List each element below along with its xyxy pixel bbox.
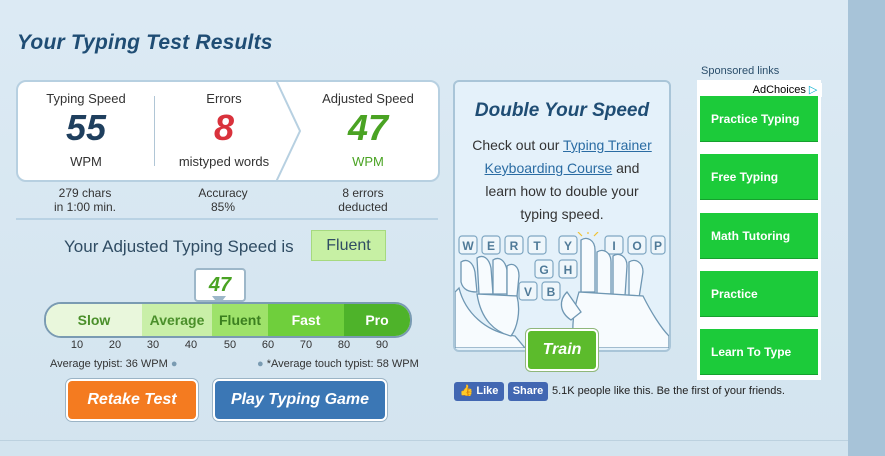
adchoices-label: AdChoices xyxy=(752,84,806,96)
adjusted-speed-text: Your Adjusted Typing Speed is xyxy=(64,237,294,256)
accuracy-info: Accuracy 85% xyxy=(168,186,278,214)
average-typist-note: Average typist: 36 WPM ● xyxy=(50,358,178,370)
key-label: Y xyxy=(564,239,572,253)
scale-segment-fluent: Fluent xyxy=(212,304,268,336)
ad-link-learn-to-type[interactable]: Learn To Type xyxy=(700,329,818,375)
scale-segment-average: Average xyxy=(142,304,212,336)
key-label: E xyxy=(487,239,495,253)
facebook-share-button[interactable]: Share xyxy=(508,382,548,401)
key-label: P xyxy=(654,239,662,253)
scale-tick: 60 xyxy=(261,339,275,351)
adjusted-speed-value: 47 xyxy=(347,107,389,148)
train-button[interactable]: Train xyxy=(526,329,598,371)
scale-tick: 30 xyxy=(146,339,160,351)
scale-tick: 10 xyxy=(70,339,84,351)
adjusted-speed-unit: WPM xyxy=(352,154,384,169)
errors-deducted-info: 8 errors deducted xyxy=(308,186,418,214)
key-label: V xyxy=(524,285,532,299)
ad-link-math-tutoring[interactable]: Math Tutoring xyxy=(700,213,818,259)
key-label: T xyxy=(533,239,541,253)
scale-segment-slow: Slow xyxy=(46,304,142,336)
touch-typist-text: *Average touch typist: 58 WPM xyxy=(266,358,419,370)
typing-trainer-link[interactable]: Typing Trainer xyxy=(563,137,652,153)
chars-count: 279 chars xyxy=(58,186,112,200)
results-summary-box: Typing Speed 55 WPM Errors 8 mistyped wo… xyxy=(16,80,440,182)
page-title: Your Typing Test Results xyxy=(17,31,273,54)
promo-text: Check out our Typing Trainer Keyboarding… xyxy=(465,134,659,226)
key-label: O xyxy=(632,239,641,253)
accuracy-label: Accuracy xyxy=(198,186,248,200)
chars-info: 279 chars in 1:00 min. xyxy=(30,186,140,214)
promo-text-and: and xyxy=(612,160,640,176)
facebook-like-label: Like xyxy=(476,385,499,397)
promo-text-end: learn how to double your typing speed. xyxy=(485,183,639,222)
key-label: B xyxy=(547,285,556,299)
typing-speed-stat: Typing Speed 55 WPM xyxy=(18,82,154,180)
speed-level-badge: Fluent xyxy=(311,230,386,261)
key-label: W xyxy=(462,239,474,253)
typing-speed-value: 55 xyxy=(65,107,107,148)
ad-link-free-typing[interactable]: Free Typing xyxy=(700,154,818,200)
thumbs-up-icon: 👍 xyxy=(459,385,474,397)
average-typist-text: Average typist: 36 WPM xyxy=(50,358,168,370)
double-speed-promo: Double Your Speed Check out our Typing T… xyxy=(453,80,671,352)
chars-time: in 1:00 min. xyxy=(53,200,117,214)
scale-tick: 20 xyxy=(108,339,122,351)
facebook-like-button[interactable]: 👍 Like xyxy=(454,382,504,401)
scale-tick: 50 xyxy=(223,339,237,351)
adchoices-icon: ▷ xyxy=(808,84,818,96)
scale-segment-pro: Pro xyxy=(344,304,410,336)
errors-deducted-label: deducted xyxy=(338,200,388,214)
typing-speed-label: Typing Speed xyxy=(46,91,126,106)
key-label: R xyxy=(510,239,519,253)
adjusted-speed-label: Adjusted Speed xyxy=(322,91,414,106)
accuracy-value: 85% xyxy=(210,200,236,214)
scale-ticks: 10 20 30 40 50 60 70 80 90 xyxy=(44,339,410,353)
scale-segment-fast: Fast xyxy=(268,304,344,336)
promo-title: Double Your Speed xyxy=(474,100,650,121)
page-right-gutter xyxy=(848,0,885,456)
footer-divider xyxy=(0,440,848,441)
key-label: I xyxy=(612,239,615,253)
ad-link-practice-typing[interactable]: Practice Typing xyxy=(700,96,818,142)
facebook-like-count-text: 5.1K people like this. Be the first of y… xyxy=(552,385,785,397)
promo-text-start: Check out our xyxy=(472,137,564,153)
adchoices-link[interactable]: AdChoices ▷ xyxy=(748,83,822,97)
key-label: H xyxy=(564,263,573,277)
average-typist-marker-icon: ● xyxy=(170,358,178,370)
scale-tick: 70 xyxy=(299,339,313,351)
keyboarding-course-link[interactable]: Keyboarding Course xyxy=(485,160,613,176)
results-panel: Your Typing Test Results Typing Speed 55… xyxy=(0,0,848,456)
key-label: G xyxy=(539,263,548,277)
scale-tick: 80 xyxy=(337,339,351,351)
scale-tick: 40 xyxy=(184,339,198,351)
speed-scale-bar: Slow Average Fluent Fast Pro xyxy=(44,302,412,338)
sponsored-links-label: Sponsored links xyxy=(701,65,780,77)
play-typing-game-button[interactable]: Play Typing Game xyxy=(213,379,387,421)
errors-deducted-count: 8 errors xyxy=(342,186,384,200)
touch-typist-note: ● *Average touch typist: 58 WPM xyxy=(257,358,419,370)
scale-tick: 90 xyxy=(375,339,389,351)
retake-test-button[interactable]: Retake Test xyxy=(66,379,198,421)
divider-line xyxy=(16,218,438,220)
touch-typist-marker-icon: ● xyxy=(257,358,264,370)
ad-link-practice[interactable]: Practice xyxy=(700,271,818,317)
adjusted-speed-stat: Adjusted Speed 47 WPM xyxy=(298,82,438,180)
typing-speed-unit: WPM xyxy=(70,154,102,169)
